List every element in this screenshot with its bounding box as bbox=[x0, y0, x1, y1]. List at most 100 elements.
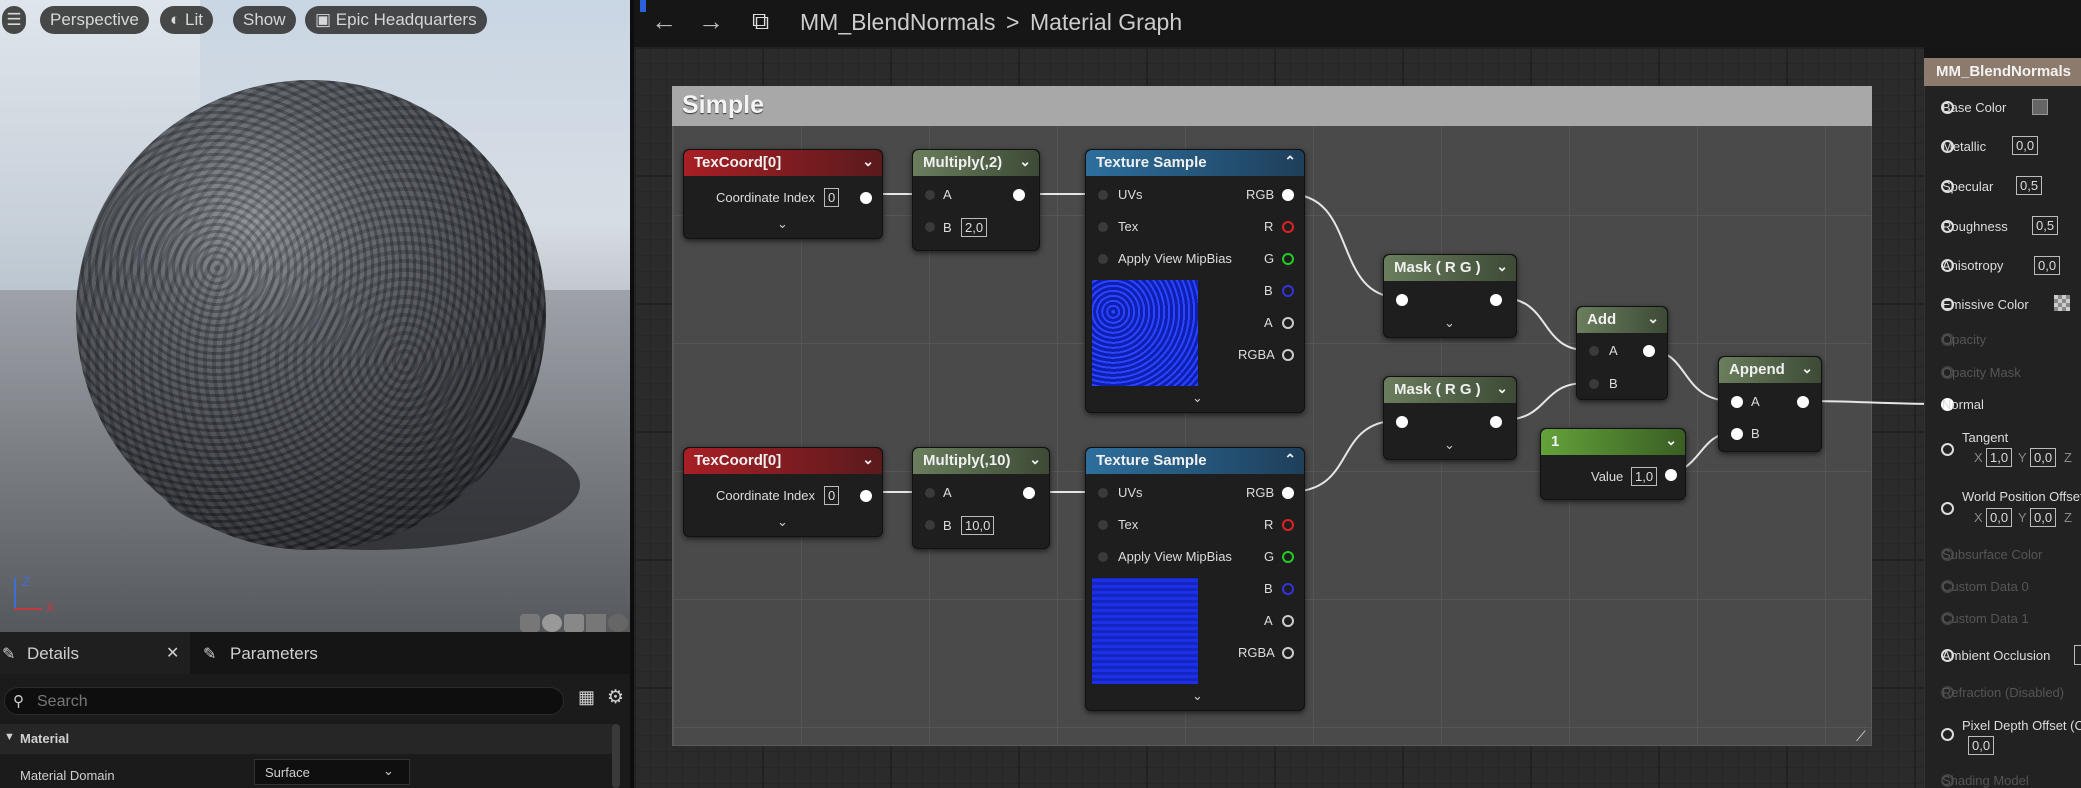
node-header[interactable]: Texture Sample ⌃ bbox=[1086, 150, 1304, 176]
multiply-node-1[interactable]: Multiply(,2) ⌄ A B 2,0 bbox=[912, 149, 1040, 251]
chevron-up-icon[interactable]: ⌃ bbox=[1284, 451, 1296, 468]
output-pin[interactable] bbox=[1490, 416, 1502, 428]
output-pin-b[interactable] bbox=[1282, 583, 1294, 595]
expand-chevron-icon[interactable]: ⌄ bbox=[1444, 315, 1455, 331]
output-pin-rgba[interactable] bbox=[1282, 349, 1294, 361]
input-pin-a[interactable] bbox=[925, 190, 935, 200]
node-title: TexCoord[0] bbox=[694, 154, 782, 171]
wpo-x-field[interactable]: 0,0 bbox=[1986, 508, 2013, 527]
output-pin-a[interactable] bbox=[1282, 615, 1294, 627]
chevron-up-icon[interactable]: ⌃ bbox=[1284, 153, 1296, 170]
mask-node-1[interactable]: Mask ( R G ) ⌄ ⌄ bbox=[1383, 254, 1517, 338]
output-pin-rgb[interactable] bbox=[1282, 487, 1294, 499]
emissive-swatch[interactable] bbox=[2054, 295, 2070, 311]
output-pin-a[interactable] bbox=[1282, 317, 1294, 329]
output-pin[interactable] bbox=[860, 192, 872, 204]
node-header[interactable]: Mask ( R G ) ⌄ bbox=[1384, 255, 1516, 281]
base-color-swatch[interactable] bbox=[2032, 99, 2048, 115]
expand-chevron-icon[interactable]: ⌄ bbox=[1192, 688, 1203, 704]
input-pin-b[interactable] bbox=[925, 222, 935, 232]
chevron-down-icon[interactable]: ⌄ bbox=[1647, 310, 1659, 327]
expand-chevron-icon[interactable]: ⌄ bbox=[1444, 437, 1455, 453]
input-b-field[interactable]: 10,0 bbox=[961, 516, 995, 535]
chevron-down-icon[interactable]: ⌄ bbox=[1496, 380, 1508, 397]
input-pin-b[interactable] bbox=[1589, 379, 1599, 389]
input-pin-mipbias[interactable] bbox=[1098, 552, 1108, 562]
output-pin-r[interactable] bbox=[1282, 221, 1294, 233]
value-field[interactable]: 1,0 bbox=[1631, 467, 1658, 486]
pixel-depth-offset-pin[interactable] bbox=[1941, 728, 1954, 741]
node-header[interactable]: TexCoord[0] ⌄ bbox=[684, 448, 882, 474]
node-header[interactable]: Texture Sample ⌃ bbox=[1086, 448, 1304, 474]
input-pin-a[interactable] bbox=[925, 488, 935, 498]
tangent-y-field[interactable]: 0,0 bbox=[2030, 448, 2057, 467]
input-pin-b[interactable] bbox=[925, 520, 935, 530]
node-header[interactable]: Add ⌄ bbox=[1577, 307, 1667, 333]
input-b-field[interactable]: 2,0 bbox=[961, 218, 988, 237]
output-pin-b[interactable] bbox=[1282, 285, 1294, 297]
chevron-down-icon[interactable]: ⌄ bbox=[862, 153, 874, 170]
coordinate-index-field[interactable]: 0 bbox=[824, 486, 840, 505]
chevron-down-icon[interactable]: ⌄ bbox=[1665, 432, 1677, 449]
chevron-down-icon[interactable]: ⌄ bbox=[1019, 153, 1031, 170]
ambient-occlusion-field[interactable] bbox=[2074, 645, 2081, 665]
coordinate-index-field[interactable]: 0 bbox=[824, 188, 840, 207]
node-header[interactable]: TexCoord[0] ⌄ bbox=[684, 150, 882, 176]
expand-chevron-icon[interactable]: ⌄ bbox=[777, 216, 788, 232]
output-pin[interactable] bbox=[1797, 396, 1809, 408]
add-node[interactable]: Add ⌄ A B bbox=[1576, 306, 1668, 400]
tangent-x-field[interactable]: 1,0 bbox=[1986, 448, 2013, 467]
wpo-pin[interactable] bbox=[1941, 502, 1954, 515]
expand-chevron-icon[interactable]: ⌄ bbox=[777, 514, 788, 530]
wpo-y-field[interactable]: 0,0 bbox=[2030, 508, 2057, 527]
mask-node-2[interactable]: Mask ( R G ) ⌄ ⌄ bbox=[1383, 376, 1517, 460]
append-node[interactable]: Append ⌄ A B bbox=[1718, 356, 1822, 452]
texcoord-node-2[interactable]: TexCoord[0] ⌄ Coordinate Index 0 ⌄ bbox=[683, 447, 883, 537]
node-header[interactable]: Append ⌄ bbox=[1719, 357, 1821, 383]
input-pin-a[interactable] bbox=[1731, 396, 1743, 408]
anisotropy-field[interactable]: 0,0 bbox=[2034, 256, 2061, 275]
input-pin-mipbias[interactable] bbox=[1098, 254, 1108, 264]
texture-sample-node-2[interactable]: Texture Sample ⌃ UVs Tex Apply View MipBi… bbox=[1085, 447, 1305, 711]
output-pin-rgb[interactable] bbox=[1282, 189, 1294, 201]
node-header[interactable]: 1 ⌄ bbox=[1541, 429, 1685, 455]
output-pin[interactable] bbox=[860, 490, 872, 502]
node-header[interactable]: Mask ( R G ) ⌄ bbox=[1384, 377, 1516, 403]
output-pin-r[interactable] bbox=[1282, 519, 1294, 531]
input-pin-uvs[interactable] bbox=[1098, 190, 1108, 200]
input-pin-uvs[interactable] bbox=[1098, 488, 1108, 498]
texcoord-node-1[interactable]: TexCoord[0] ⌄ Coordinate Index 0 ⌄ bbox=[683, 149, 883, 239]
output-pin[interactable] bbox=[1643, 345, 1655, 357]
output-pin-g[interactable] bbox=[1282, 551, 1294, 563]
expand-chevron-icon[interactable]: ⌄ bbox=[1192, 390, 1203, 406]
input-pin-tex[interactable] bbox=[1098, 520, 1108, 530]
multiply-node-2[interactable]: Multiply(,10) ⌄ A B 10,0 bbox=[912, 447, 1050, 549]
specular-field[interactable]: 0,5 bbox=[2016, 176, 2043, 195]
output-pin[interactable] bbox=[1665, 469, 1677, 481]
node-header[interactable]: Multiply(,10) ⌄ bbox=[913, 448, 1049, 474]
texture-sample-node-1[interactable]: Texture Sample ⌃ UVs Tex Apply View MipBi… bbox=[1085, 149, 1305, 413]
input-pin-b[interactable] bbox=[1731, 428, 1743, 440]
output-pin[interactable] bbox=[1023, 487, 1035, 499]
roughness-field[interactable]: 0,5 bbox=[2032, 216, 2059, 235]
output-pin[interactable] bbox=[1013, 189, 1025, 201]
output-pin[interactable] bbox=[1490, 294, 1502, 306]
material-node-title[interactable]: MM_BlendNormals bbox=[1924, 58, 2081, 86]
chevron-down-icon[interactable]: ⌄ bbox=[1029, 451, 1041, 468]
chevron-down-icon[interactable]: ⌄ bbox=[1496, 258, 1508, 275]
output-pin-g[interactable] bbox=[1282, 253, 1294, 265]
chevron-down-icon[interactable]: ⌄ bbox=[862, 451, 874, 468]
input-pin-a[interactable] bbox=[1589, 346, 1599, 356]
input-pin[interactable] bbox=[1396, 416, 1408, 428]
tangent-pin[interactable] bbox=[1941, 443, 1954, 456]
material-result-node[interactable] bbox=[1924, 58, 2081, 788]
node-title: Multiply(,2) bbox=[923, 154, 1003, 171]
chevron-down-icon[interactable]: ⌄ bbox=[1801, 360, 1813, 377]
input-pin-tex[interactable] bbox=[1098, 222, 1108, 232]
output-pin-rgba[interactable] bbox=[1282, 647, 1294, 659]
pixel-depth-offset-field[interactable]: 0,0 bbox=[1968, 736, 1995, 755]
metallic-field[interactable]: 0,0 bbox=[2012, 136, 2039, 155]
constant-node[interactable]: 1 ⌄ Value 1,0 bbox=[1540, 428, 1686, 500]
node-header[interactable]: Multiply(,2) ⌄ bbox=[913, 150, 1039, 176]
input-pin[interactable] bbox=[1396, 294, 1408, 306]
